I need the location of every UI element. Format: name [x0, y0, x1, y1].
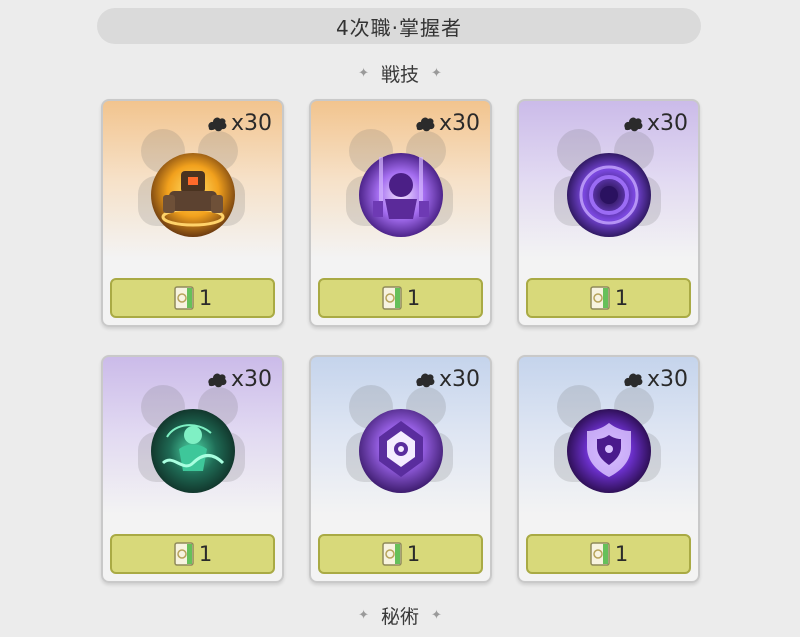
- skill-book-icon: [382, 286, 402, 310]
- spirit-swirl-skill-icon[interactable]: [149, 407, 237, 495]
- cost-label: x30: [414, 111, 480, 136]
- section-label: 戦技: [380, 63, 419, 86]
- page-title: 4次職‧掌握者: [97, 8, 701, 44]
- skill-book-button[interactable]: 1: [318, 534, 483, 574]
- material-icon: [624, 117, 643, 131]
- section-header-arcane: ✦ 秘術 ✦: [0, 601, 800, 629]
- void-vortex-skill-icon[interactable]: [565, 151, 653, 239]
- skill-card[interactable]: x30 1: [309, 355, 492, 583]
- sparkle-icon: ✦: [431, 607, 442, 623]
- cost-label: x30: [622, 111, 688, 136]
- skill-book-icon: [590, 542, 610, 566]
- sparkle-icon: ✦: [431, 65, 442, 81]
- skill-card[interactable]: x30 1: [101, 99, 284, 327]
- material-icon: [208, 373, 227, 387]
- section-label: 秘術: [380, 605, 419, 628]
- skill-book-button[interactable]: 1: [526, 534, 691, 574]
- sparkle-icon: ✦: [358, 65, 369, 81]
- cost-label: x30: [622, 367, 688, 392]
- skill-book-button[interactable]: 1: [318, 278, 483, 318]
- skill-card[interactable]: x30 1: [101, 355, 284, 583]
- shadow-shield-skill-icon[interactable]: [565, 407, 653, 495]
- purple-totem-skill-icon[interactable]: [357, 151, 445, 239]
- skill-book-button[interactable]: 1: [526, 278, 691, 318]
- material-icon: [208, 117, 227, 131]
- skill-card[interactable]: x30 1: [517, 355, 700, 583]
- golem-skill-icon[interactable]: [149, 151, 237, 239]
- rune-sigil-skill-icon[interactable]: [357, 407, 445, 495]
- skill-grid: x30 1 x30 1 x30 1 x30 1 x30 1 x30 1: [101, 99, 701, 584]
- skill-card[interactable]: x30 1: [309, 99, 492, 327]
- skill-book-icon: [382, 542, 402, 566]
- cost-label: x30: [414, 367, 480, 392]
- skill-book-button[interactable]: 1: [110, 534, 275, 574]
- skill-card[interactable]: x30 1: [517, 99, 700, 327]
- skill-book-icon: [174, 286, 194, 310]
- cost-label: x30: [206, 111, 272, 136]
- sparkle-icon: ✦: [358, 607, 369, 623]
- material-icon: [416, 117, 435, 131]
- material-icon: [624, 373, 643, 387]
- section-header-combat: ✦ 戦技 ✦: [0, 59, 800, 87]
- skill-book-button[interactable]: 1: [110, 278, 275, 318]
- material-icon: [416, 373, 435, 387]
- cost-label: x30: [206, 367, 272, 392]
- skill-book-icon: [590, 286, 610, 310]
- skill-book-icon: [174, 542, 194, 566]
